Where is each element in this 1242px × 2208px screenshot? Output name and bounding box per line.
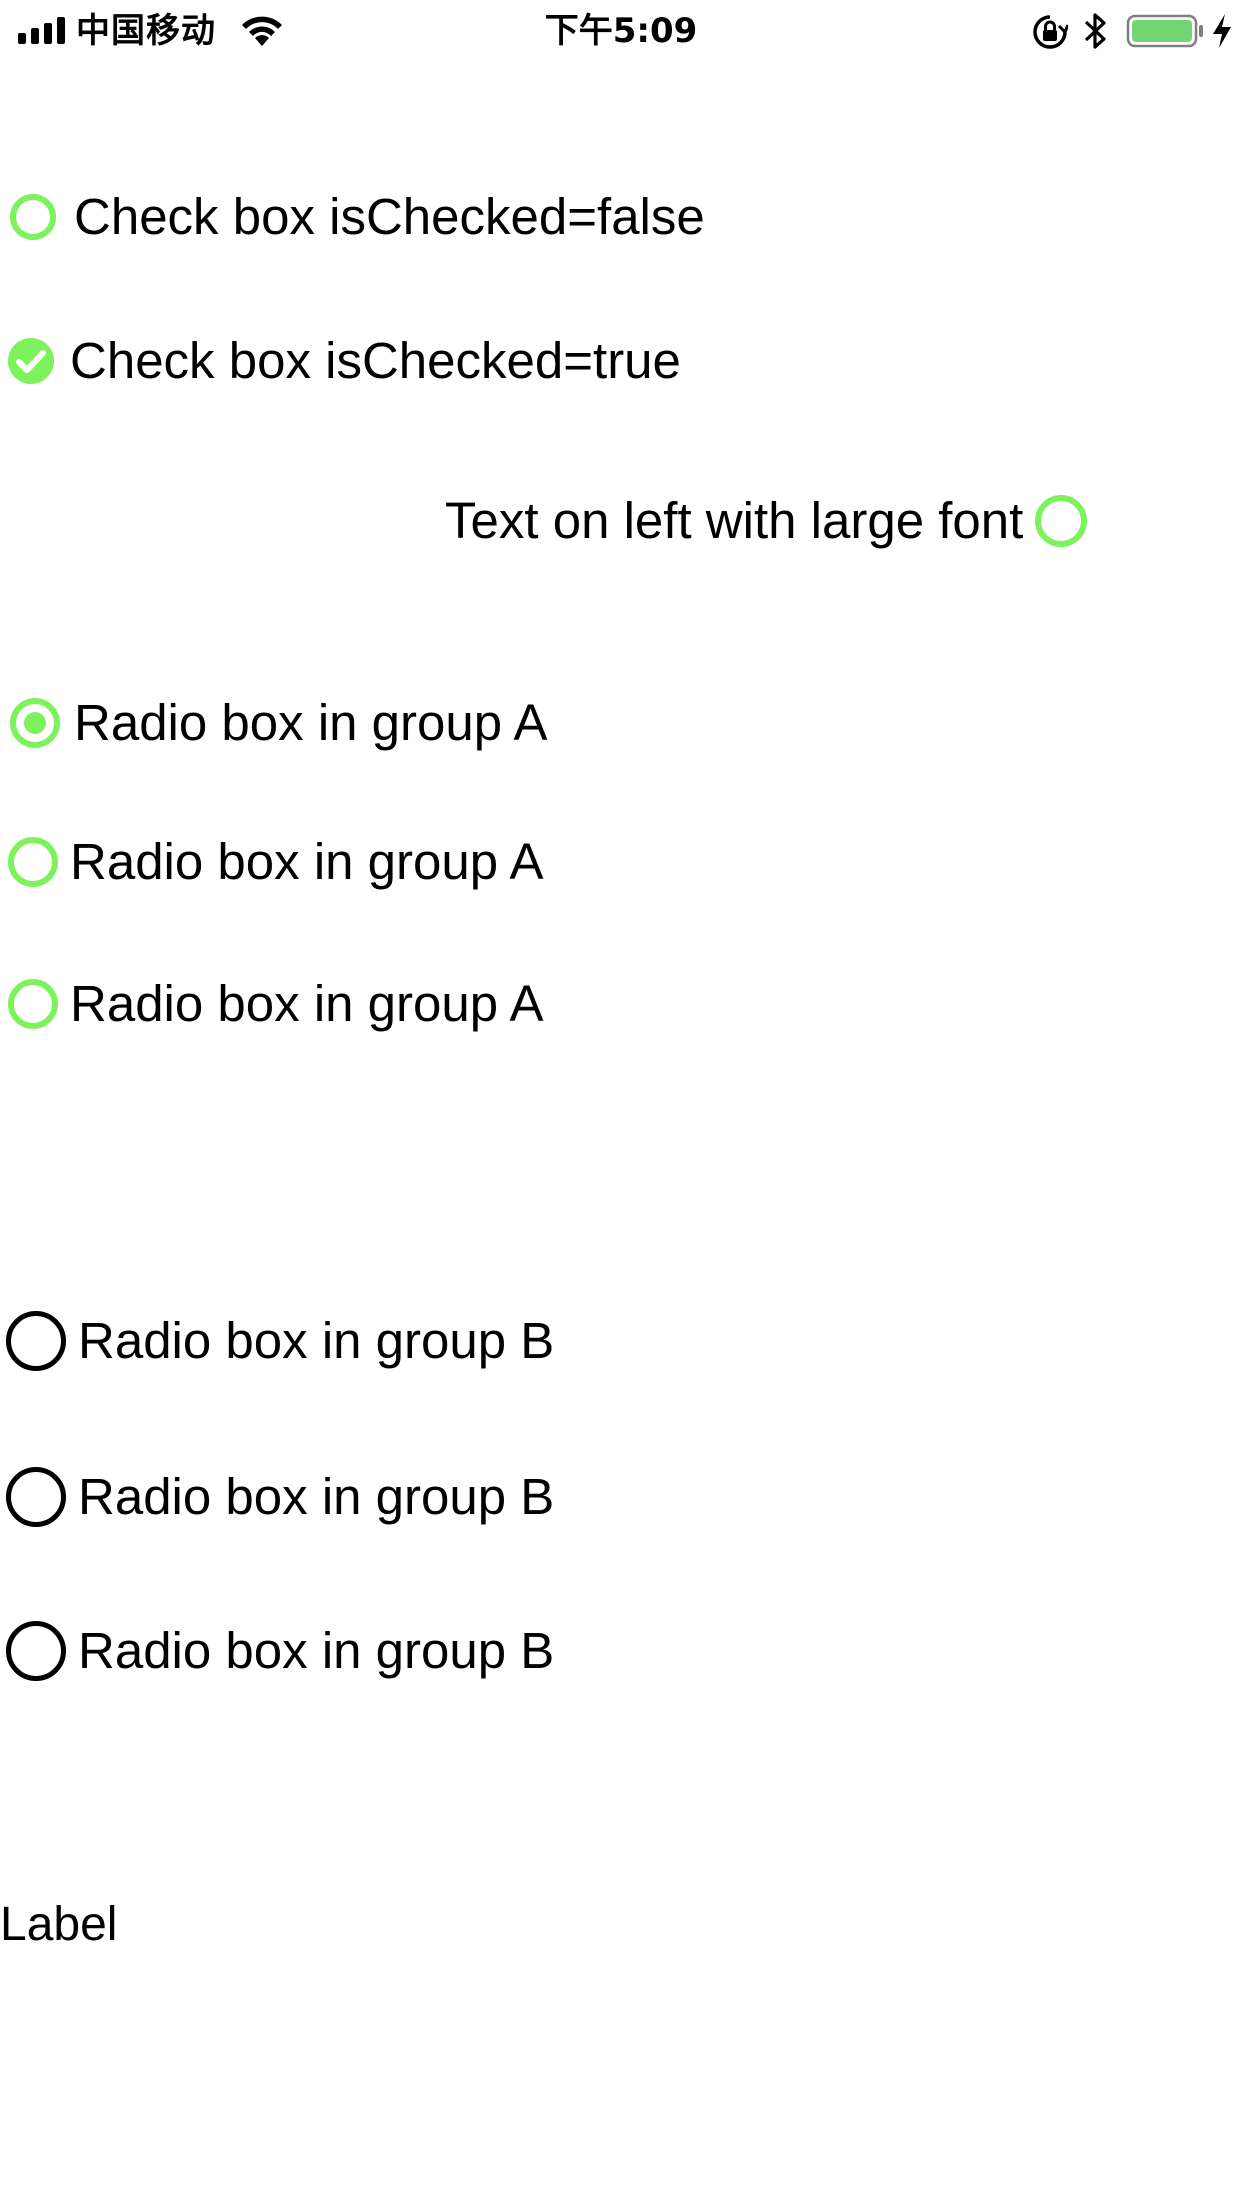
checkbox-label: Check box isChecked=false [74,188,705,245]
radio-label: Radio box in group A [70,975,544,1032]
status-bar: 中国移动 下午5:09 [0,0,1242,60]
checkbox-text-left[interactable]: Text on left with large font [445,486,1088,556]
radio-unselected-icon [8,979,58,1029]
rotation-lock-icon [1033,15,1068,49]
radio-selected-icon [10,698,60,748]
radio-group-a-option-1[interactable]: Radio box in group A [10,688,548,758]
radio-label: Radio box in group B [78,1468,555,1525]
radio-group-b-option-3[interactable]: Radio box in group B [6,1616,554,1686]
radio-group-a-option-3[interactable]: Radio box in group A [8,969,544,1039]
checkbox-label: Text on left with large font [445,492,1024,549]
checkmark-circle-icon [8,338,54,384]
radio-label: Radio box in group A [74,694,548,751]
checkbox-circle-icon [1035,495,1088,547]
checkbox-checked[interactable]: Check box isChecked=true [8,326,681,396]
battery-icon [1126,14,1203,48]
radio-unselected-icon [6,1467,66,1527]
footer-label: Label [0,1898,118,1951]
radio-label: Radio box in group B [78,1312,555,1369]
radio-label: Radio box in group A [70,833,544,890]
radio-group-b-option-2[interactable]: Radio box in group B [6,1462,554,1532]
radio-unselected-icon [6,1621,66,1681]
radio-group-a-option-2[interactable]: Radio box in group A [8,827,544,897]
radio-label: Radio box in group B [78,1622,555,1679]
checkbox-unchecked[interactable]: Check box isChecked=false [10,182,705,252]
charging-icon [1213,14,1231,48]
checkbox-label: Check box isChecked=true [70,332,681,389]
radio-unselected-icon [8,837,58,887]
radio-unselected-icon [6,1311,66,1371]
radio-group-b-option-1[interactable]: Radio box in group B [6,1306,554,1376]
bluetooth-icon [1084,13,1106,49]
checkbox-circle-icon [10,194,56,240]
